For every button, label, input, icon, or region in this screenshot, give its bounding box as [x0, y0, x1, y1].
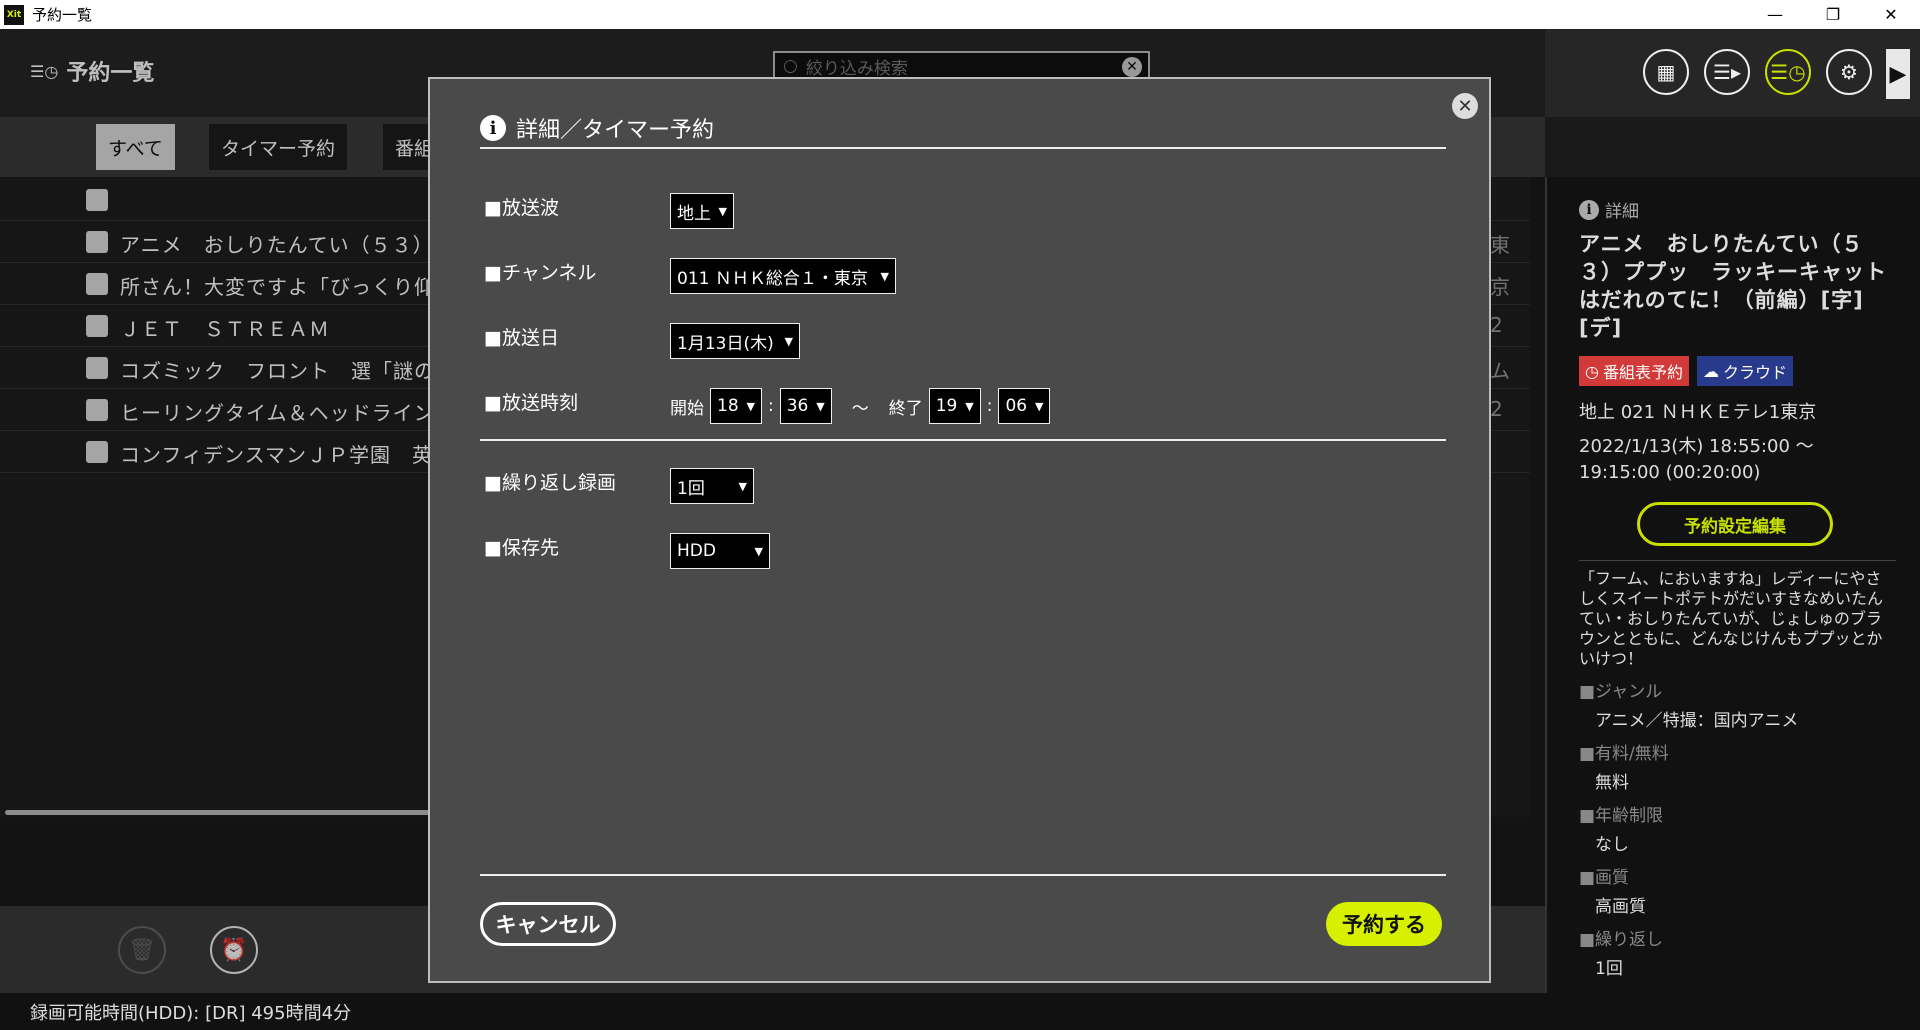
dropdown-arrow-icon: ▼ [738, 479, 747, 493]
paid-label: ■有料/無料 [1579, 744, 1669, 764]
detail-label-text: 詳細 [1605, 202, 1639, 222]
storage-select[interactable]: HDD ▼ [670, 533, 770, 569]
broadcast-select[interactable]: 地上 ▼ [670, 193, 734, 229]
recorded-list-icon[interactable]: ☰▸ [1704, 49, 1750, 95]
expand-arrow-icon[interactable]: ▶ [1886, 49, 1910, 99]
start-minute-value: 36 [786, 396, 809, 416]
gear-icon[interactable]: ⚙ [1826, 49, 1872, 95]
tilde: ～ [851, 398, 869, 419]
paid-value: 無料 [1595, 773, 1629, 793]
timer-reservation-dialog: ✕ i 詳細／タイマー予約 ■放送波 地上 ▼ ■チャンネル 011 ＮＨＫ総合１… [428, 77, 1491, 983]
epg-reservation-badge: ◷ 番組表予約 [1579, 356, 1689, 386]
cloud-badge: ☁ クラウド [1696, 356, 1793, 386]
window-titlebar: Xit 予約一覧 — ❐ ✕ [0, 0, 1920, 29]
start-hour-value: 18 [717, 396, 739, 416]
divider [1579, 560, 1896, 561]
edit-reservation-button[interactable]: 予約設定編集 [1637, 502, 1833, 546]
storage-value: HDD [677, 541, 716, 561]
reservation-list-icon[interactable]: ☰◷ [1765, 49, 1811, 95]
divider [480, 439, 1446, 441]
detail-label: i 詳細 [1579, 197, 1896, 222]
time-label: ■放送時刻 [484, 392, 578, 414]
start-hour-select[interactable]: 18 ▼ [710, 388, 762, 424]
program-description: 「フーム、におい​ますね」レディーにやさしくスイートポテトがだいすきなめいたんて… [1579, 569, 1884, 668]
repeat-select[interactable]: 1回 ▼ [670, 468, 754, 504]
dropdown-arrow-icon: ▼ [718, 204, 727, 218]
window-title: 予約一覧 [32, 6, 93, 24]
end-minute-select[interactable]: 06 ▼ [998, 388, 1051, 424]
cloud-icon: ☁ [1702, 361, 1719, 381]
date-value: 1月13日(木) [677, 333, 774, 354]
dropdown-arrow-icon: ▼ [1035, 399, 1044, 413]
dialog-title-text: 詳細／タイマー予約 [516, 118, 715, 143]
end-hour-select[interactable]: 19 ▼ [928, 388, 981, 424]
colon: : [986, 396, 993, 416]
repeat-rec-label: ■繰り返し録画 [484, 472, 616, 494]
channel-value: 011 ＮＨＫ総合１・東京 [677, 268, 868, 289]
detail-side-panel: i 詳細 アニメ おしりたんてい（５３）ププッ ラッキーキャット はだれのてに！（… [1545, 177, 1920, 993]
clock-icon: ◷ [1585, 361, 1599, 381]
minimize-button[interactable]: — [1746, 0, 1804, 29]
dialog-title: i 詳細／タイマー予約 [480, 109, 1446, 149]
app-icon: Xit [4, 4, 24, 25]
channel-label: ■チャンネル [484, 262, 597, 284]
info-icon: i [480, 115, 506, 141]
close-icon[interactable]: ✕ [1452, 93, 1478, 119]
epg-icon[interactable]: ▦ [1643, 49, 1689, 95]
age-limit-value: なし [1595, 835, 1629, 855]
channel-text: 地上 021 ＮＨＫＥテレ1東京 [1579, 402, 1817, 423]
program-title: アニメ おしりたんてい（５３）ププッ ラッキーキャット はだれのてに！（前編）[… [1579, 232, 1909, 340]
close-window-button[interactable]: ✕ [1862, 0, 1920, 29]
dropdown-arrow-icon: ▼ [965, 399, 974, 413]
epg-badge-text: 番組表予約 [1602, 363, 1683, 382]
channel-select[interactable]: 011 ＮＨＫ総合１・東京 ▼ [670, 258, 896, 294]
broadcast-value: 地上 [677, 203, 711, 224]
end-label: 終了 [888, 398, 923, 419]
recording-time-text: 録画可能時間(HDD): [DR] 495時間4分 [30, 1002, 352, 1024]
genre-label: ■ジャンル [1579, 682, 1663, 702]
dropdown-arrow-icon: ▼ [746, 399, 755, 413]
repeat-select-value: 1回 [677, 478, 705, 499]
quality-label: ■画質 [1579, 868, 1630, 888]
start-minute-select[interactable]: 36 ▼ [779, 388, 832, 424]
dropdown-arrow-icon: ▼ [880, 269, 889, 283]
end-minute-value: 06 [1005, 396, 1028, 416]
cloud-badge-text: クラウド [1722, 363, 1787, 382]
quality-value: 高画質 [1595, 897, 1646, 917]
dropdown-arrow-icon: ▼ [784, 334, 793, 348]
repeat-label: ■繰り返し [1579, 930, 1664, 950]
genre-value: アニメ／特撮：国内アニメ [1595, 711, 1799, 731]
restore-button[interactable]: ❐ [1804, 0, 1862, 29]
date-label: ■放送日 [484, 327, 559, 349]
dropdown-arrow-icon: ▼ [754, 544, 763, 558]
colon: : [768, 396, 774, 416]
age-limit-label: ■年齢制限 [1579, 806, 1664, 826]
storage-label: ■保存先 [484, 537, 559, 559]
dropdown-arrow-icon: ▼ [816, 399, 825, 413]
broadcast-label: ■放送波 [484, 197, 559, 219]
reserve-button[interactable]: 予約する [1326, 902, 1442, 946]
divider [480, 874, 1446, 876]
repeat-value: 1回 [1595, 959, 1623, 979]
datetime-text: 2022/1/13(木) 18:55:00 ～ 19:15:00 (00:20:… [1579, 436, 1814, 483]
start-label: 開始 [670, 398, 704, 419]
end-hour-value: 19 [935, 396, 958, 416]
date-select[interactable]: 1月13日(木) ▼ [670, 323, 800, 359]
info-icon: i [1579, 199, 1599, 220]
status-bar: 録画可能時間(HDD): [DR] 495時間4分 [0, 993, 1920, 1030]
cancel-button[interactable]: キャンセル [480, 902, 616, 946]
